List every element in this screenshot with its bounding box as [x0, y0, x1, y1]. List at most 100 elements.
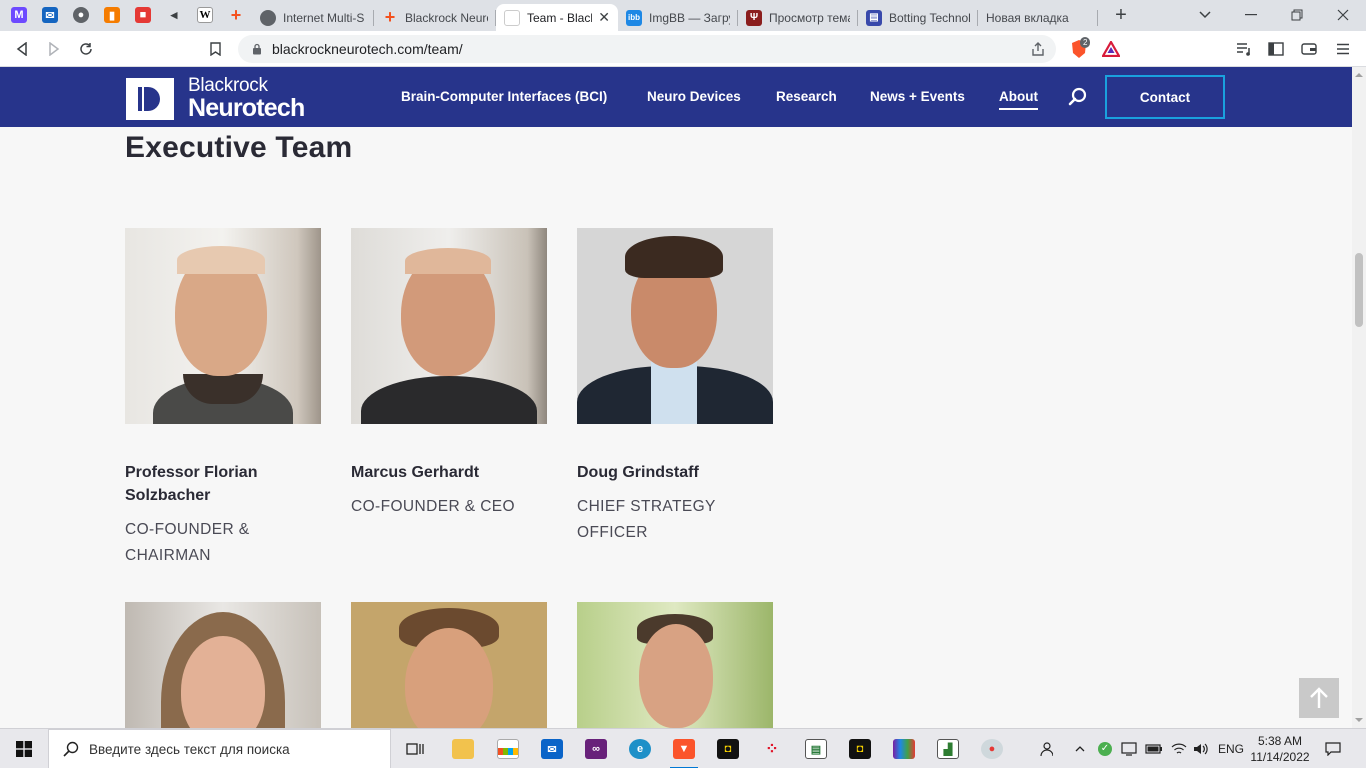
share-icon[interactable]: [1030, 41, 1046, 57]
nav-link-about[interactable]: About: [999, 89, 1038, 110]
tray-security[interactable]: ✓: [1095, 729, 1115, 768]
taskbar-app-paint[interactable]: ●: [972, 733, 1012, 765]
shield-check-icon: ✓: [1098, 742, 1112, 756]
tray-battery[interactable]: [1143, 729, 1165, 768]
system-clock[interactable]: 5:38 AM 11/14/2022: [1250, 733, 1310, 765]
taskbar-app-edge[interactable]: e: [620, 733, 660, 765]
language-indicator[interactable]: ENG: [1214, 729, 1248, 768]
globe-icon: ●: [73, 7, 89, 23]
chevron-down-icon: [1199, 11, 1211, 19]
page-scrollbar[interactable]: [1352, 67, 1366, 728]
pinned-tab-audio[interactable]: ◂: [162, 4, 186, 26]
scroll-up-arrow-icon[interactable]: [1355, 71, 1363, 79]
address-bar[interactable]: blackrockneurotech.com/team/: [238, 35, 1056, 63]
taskbar-app-yellow-2[interactable]: ◘: [840, 733, 880, 765]
tab-forum[interactable]: Ψ Просмотр тема: [738, 4, 858, 31]
site-logo[interactable]: Blackrock Neurotech: [126, 75, 305, 121]
team-member-card[interactable]: Doug Grindstaff CHIEF STRATEGY OFFICER: [577, 228, 773, 546]
close-icon: [1337, 9, 1349, 21]
taskbar-app-winrar[interactable]: [884, 733, 924, 765]
reload-button[interactable]: [73, 36, 99, 62]
tab-title: Новая вкладка: [986, 10, 1069, 25]
tab-title: Просмотр тема: [769, 10, 850, 25]
nav-link-neuro-devices[interactable]: Neuro Devices: [647, 89, 741, 104]
brave-rewards-button[interactable]: [1098, 36, 1124, 62]
close-window-button[interactable]: [1328, 4, 1358, 26]
scroll-to-top-button[interactable]: [1299, 678, 1339, 718]
team-member-card[interactable]: Professor Florian Solzbacher CO-FOUNDER …: [125, 228, 321, 569]
taskbar-search-box[interactable]: Введите здесь текст для поиска: [48, 729, 391, 768]
pinned-tab-analytics[interactable]: ▮: [100, 4, 124, 26]
tab-new[interactable]: Новая вкладка: [978, 4, 1098, 31]
team-member-card[interactable]: [125, 602, 321, 728]
restore-icon: [1291, 9, 1303, 21]
tab-internet-multi[interactable]: Internet Multi-S: [252, 4, 374, 31]
taskbar-app-chart[interactable]: ▟: [928, 733, 968, 765]
people-button[interactable]: [1032, 729, 1058, 768]
reload-icon: [80, 43, 92, 55]
taskbar-app-visual-studio[interactable]: ∞: [576, 733, 616, 765]
wallet-button[interactable]: [1296, 36, 1322, 62]
contact-button[interactable]: Contact: [1105, 75, 1225, 119]
taskbar-app-yellow-1[interactable]: ◘: [708, 733, 748, 765]
sidebar-button[interactable]: [1263, 36, 1289, 62]
pinned-tab-wikipedia[interactable]: W: [193, 4, 217, 26]
tray-display[interactable]: [1118, 729, 1140, 768]
bookmark-button[interactable]: [202, 36, 228, 62]
show-hidden-icons-button[interactable]: [1070, 729, 1090, 768]
new-tab-button[interactable]: +: [1106, 4, 1136, 26]
taskbar-app-document[interactable]: ▤: [796, 733, 836, 765]
scroll-down-arrow-icon[interactable]: [1355, 716, 1363, 724]
taskbar-app-brave[interactable]: ▼: [664, 733, 704, 768]
logo-line-1: Blackrock: [188, 75, 268, 96]
pinned-tab-globe[interactable]: ●: [69, 4, 93, 26]
nav-link-bci[interactable]: Brain-Computer Interfaces (BCI): [401, 89, 607, 104]
taskbar-app-store[interactable]: [488, 733, 528, 765]
back-button[interactable]: [9, 36, 35, 62]
wifi-icon: [1171, 743, 1187, 754]
restore-button[interactable]: [1282, 4, 1312, 26]
pinned-tab-gift[interactable]: ■: [131, 4, 155, 26]
proton-mail-icon: M: [11, 7, 27, 23]
tab-search-button[interactable]: [1190, 4, 1220, 26]
nav-link-news-events[interactable]: News + Events: [870, 89, 965, 104]
people-icon: [1040, 742, 1053, 757]
notification-icon: [1325, 742, 1341, 756]
clock-time: 5:38 AM: [1257, 734, 1303, 748]
tab-botting[interactable]: ▤ Botting Technol: [858, 4, 978, 31]
tab-blackrock-neuro[interactable]: + Blackrock Neuro: [374, 4, 496, 31]
team-member-card[interactable]: Marcus Gerhardt CO-FOUNDER & CEO: [351, 228, 547, 520]
taskbar-app-red-dots[interactable]: ⁘: [752, 733, 792, 765]
team-member-card[interactable]: [577, 602, 773, 728]
tray-wifi[interactable]: [1168, 729, 1190, 768]
minimize-button[interactable]: [1236, 4, 1266, 26]
taskbar-app-file-explorer[interactable]: [443, 733, 483, 765]
forward-button[interactable]: [41, 36, 67, 62]
tab-team-active[interactable]: Team - Black ✕: [496, 4, 618, 31]
edge-icon: e: [629, 739, 651, 759]
site-header: Blackrock Neurotech Brain-Computer Inter…: [0, 67, 1352, 127]
page-content: Executive Team Professor Florian Solzbac…: [0, 127, 1352, 728]
tab-imgbb[interactable]: ibb ImgBB — Загру: [618, 4, 738, 31]
task-view-button[interactable]: [396, 733, 436, 765]
blackrock-icon: [504, 9, 520, 26]
start-button[interactable]: [0, 729, 48, 768]
tab-title: Internet Multi-S: [283, 10, 365, 25]
scrollbar-thumb[interactable]: [1355, 253, 1363, 327]
pinned-tab-plus[interactable]: +: [224, 4, 248, 26]
team-member-card[interactable]: [351, 602, 547, 728]
search-icon[interactable]: [1068, 87, 1088, 107]
notifications-button[interactable]: [1318, 729, 1348, 768]
playlist-button[interactable]: [1231, 36, 1257, 62]
taskbar-app-mail[interactable]: ✉: [532, 733, 572, 765]
hamburger-menu-icon: [1337, 43, 1349, 55]
pinned-tab-mail[interactable]: ✉: [38, 4, 62, 26]
menu-button[interactable]: [1330, 36, 1356, 62]
close-tab-icon[interactable]: ✕: [598, 9, 610, 26]
tray-volume[interactable]: [1190, 729, 1212, 768]
pinned-tab-proton-mail[interactable]: M: [7, 4, 31, 26]
store-icon: [497, 739, 519, 759]
nav-link-research[interactable]: Research: [776, 89, 837, 104]
brave-shields-button[interactable]: 2: [1066, 36, 1092, 62]
windows-taskbar: Введите здесь текст для поиска ✉ ∞ e ▼ ◘…: [0, 728, 1366, 768]
